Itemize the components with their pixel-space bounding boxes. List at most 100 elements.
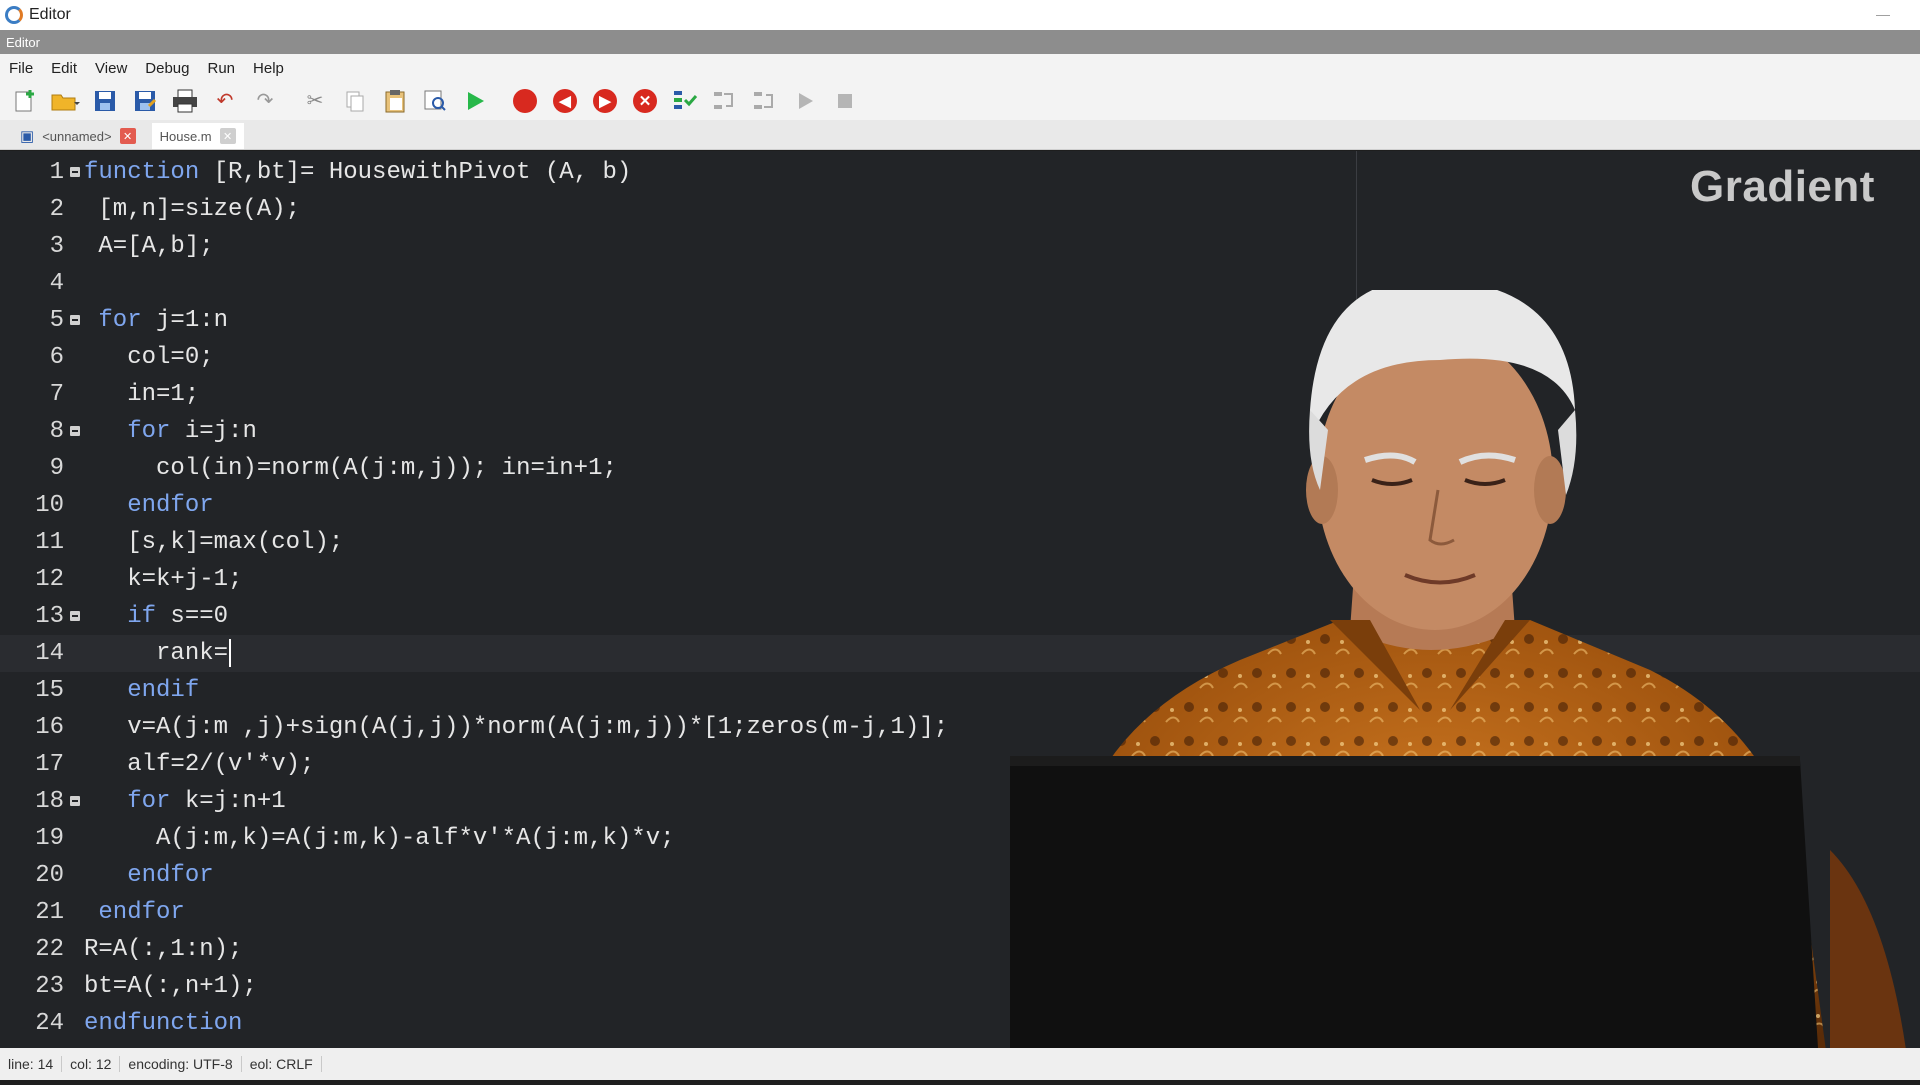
- dock-title: Editor: [6, 34, 40, 50]
- code-token: v=A(j:m ,j)+sign(A(j,j))*norm(A(j:m,j))*…: [84, 714, 949, 741]
- code-text: endfor: [84, 487, 214, 524]
- code-text: for j=1:n: [84, 302, 228, 339]
- new-script-icon[interactable]: [10, 86, 40, 116]
- code-line[interactable]: 1 function [R,bt]= HousewithPivot (A, b): [0, 154, 1920, 191]
- dock-header: Editor: [0, 30, 1920, 54]
- print-icon[interactable]: [170, 86, 200, 116]
- menu-edit[interactable]: Edit: [42, 60, 86, 77]
- open-folder-icon[interactable]: [50, 86, 80, 116]
- step-in-icon[interactable]: [670, 86, 700, 116]
- keyword-token: endif: [127, 677, 200, 704]
- code-text: v=A(j:m ,j)+sign(A(j,j))*norm(A(j:m,j))*…: [84, 709, 948, 746]
- code-token: in=1;: [84, 381, 200, 408]
- stop-icon[interactable]: [830, 86, 860, 116]
- code-token: R=A(:,1:n);: [84, 936, 243, 963]
- keyword-token: endfor: [98, 899, 185, 926]
- window-title: Editor: [29, 6, 71, 23]
- copy-icon[interactable]: [340, 86, 370, 116]
- undo-icon[interactable]: ↶: [210, 86, 240, 116]
- remove-breakpoints-icon[interactable]: ✕: [630, 86, 660, 116]
- text-cursor: [229, 638, 232, 667]
- next-breakpoint-icon[interactable]: ▶: [590, 86, 620, 116]
- step-over-icon[interactable]: [710, 86, 740, 116]
- find-icon[interactable]: [420, 86, 450, 116]
- line-number: 17: [35, 751, 64, 778]
- code-text: rank=: [84, 635, 232, 672]
- editor-toolbar: ↶ ↷ ✂ ◀ ▶ ✕: [0, 82, 1920, 120]
- menu-help[interactable]: Help: [244, 60, 293, 77]
- keyword-token: for: [127, 418, 171, 445]
- tab-house-m[interactable]: House.m ✕: [151, 123, 244, 149]
- fold-toggle-icon[interactable]: [70, 426, 80, 436]
- line-number: 9: [49, 455, 64, 482]
- status-encoding: encoding: UTF-8: [120, 1056, 242, 1072]
- code-token: j=1:n: [141, 307, 229, 334]
- code-line[interactable]: 3 A=[A,b];: [0, 228, 1920, 265]
- window-title-bar: Editor —: [0, 0, 1920, 30]
- code-text: endif: [84, 672, 199, 709]
- cut-icon[interactable]: ✂: [300, 86, 330, 116]
- line-number: 15: [35, 677, 64, 704]
- run-icon[interactable]: [460, 86, 490, 116]
- breakpoint-icon[interactable]: [510, 86, 540, 116]
- minimize-icon[interactable]: —: [1876, 6, 1890, 22]
- fold-toggle-icon[interactable]: [70, 315, 80, 325]
- code-text: if s==0: [84, 598, 228, 635]
- keyword-token: function: [84, 159, 200, 186]
- line-number: 7: [49, 381, 64, 408]
- step-out-icon[interactable]: [750, 86, 780, 116]
- line-number: 6: [49, 344, 64, 371]
- code-token: A=[A,b];: [84, 233, 214, 260]
- keyword-token: for: [98, 307, 142, 334]
- keyword-token: endfor: [127, 862, 214, 889]
- menu-run[interactable]: Run: [198, 60, 244, 77]
- close-icon[interactable]: ✕: [119, 128, 136, 144]
- code-token: i=j:n: [170, 418, 257, 445]
- keyword-token: if: [127, 603, 157, 630]
- save-as-icon[interactable]: [130, 86, 160, 116]
- code-token: A(j:m,k)=A(j:m,k)-alf*v'*A(j:m,k)*v;: [84, 825, 675, 852]
- line-number: 14: [35, 640, 64, 667]
- line-number: 16: [35, 714, 64, 741]
- code-text: R=A(:,1:n);: [84, 931, 242, 968]
- continue-icon[interactable]: [790, 86, 820, 116]
- code-token: [R,bt]= HousewithPivot (A, b): [199, 159, 632, 186]
- paste-icon[interactable]: [380, 86, 410, 116]
- code-line[interactable]: 2 [m,n]=size(A);: [0, 191, 1920, 228]
- code-token: bt=A(:,n+1);: [84, 973, 257, 1000]
- line-number: 13: [35, 603, 64, 630]
- fold-toggle-icon[interactable]: [70, 611, 80, 621]
- line-number: 21: [35, 899, 64, 926]
- code-token: k=j:n+1: [170, 788, 286, 815]
- code-text: for i=j:n: [84, 413, 257, 450]
- previous-breakpoint-icon[interactable]: ◀: [550, 86, 580, 116]
- code-text: endfunction: [84, 1005, 242, 1042]
- save-icon[interactable]: [90, 86, 120, 116]
- line-number: 5: [49, 307, 64, 334]
- presenter-video: [830, 279, 1920, 1080]
- code-text: alf=2/(v'*v);: [84, 746, 314, 783]
- redo-icon[interactable]: ↷: [250, 86, 280, 116]
- save-icon: ▣: [20, 128, 35, 145]
- menu-debug[interactable]: Debug: [136, 60, 198, 77]
- code-token: col(in)=norm(A(j:m,j)); in=in+1;: [84, 455, 617, 482]
- menu-file[interactable]: File: [0, 60, 42, 77]
- tab-unnamed[interactable]: ▣ <unnamed> ✕: [12, 123, 144, 149]
- code-text: [m,n]=size(A);: [84, 191, 300, 228]
- fold-toggle-icon[interactable]: [70, 796, 80, 806]
- menu-bar: File Edit View Debug Run Help: [0, 54, 1920, 82]
- code-token: [m,n]=size(A);: [84, 196, 301, 223]
- code-text: col=0;: [84, 339, 213, 376]
- fold-toggle-icon[interactable]: [70, 167, 80, 177]
- close-icon[interactable]: ✕: [219, 128, 236, 144]
- code-text: endfor: [84, 857, 214, 894]
- keyword-token: endfor: [127, 492, 214, 519]
- line-number: 23: [35, 973, 64, 1000]
- menu-view[interactable]: View: [86, 60, 136, 77]
- code-text: function [R,bt]= HousewithPivot (A, b): [84, 154, 631, 191]
- line-number: 2: [49, 196, 64, 223]
